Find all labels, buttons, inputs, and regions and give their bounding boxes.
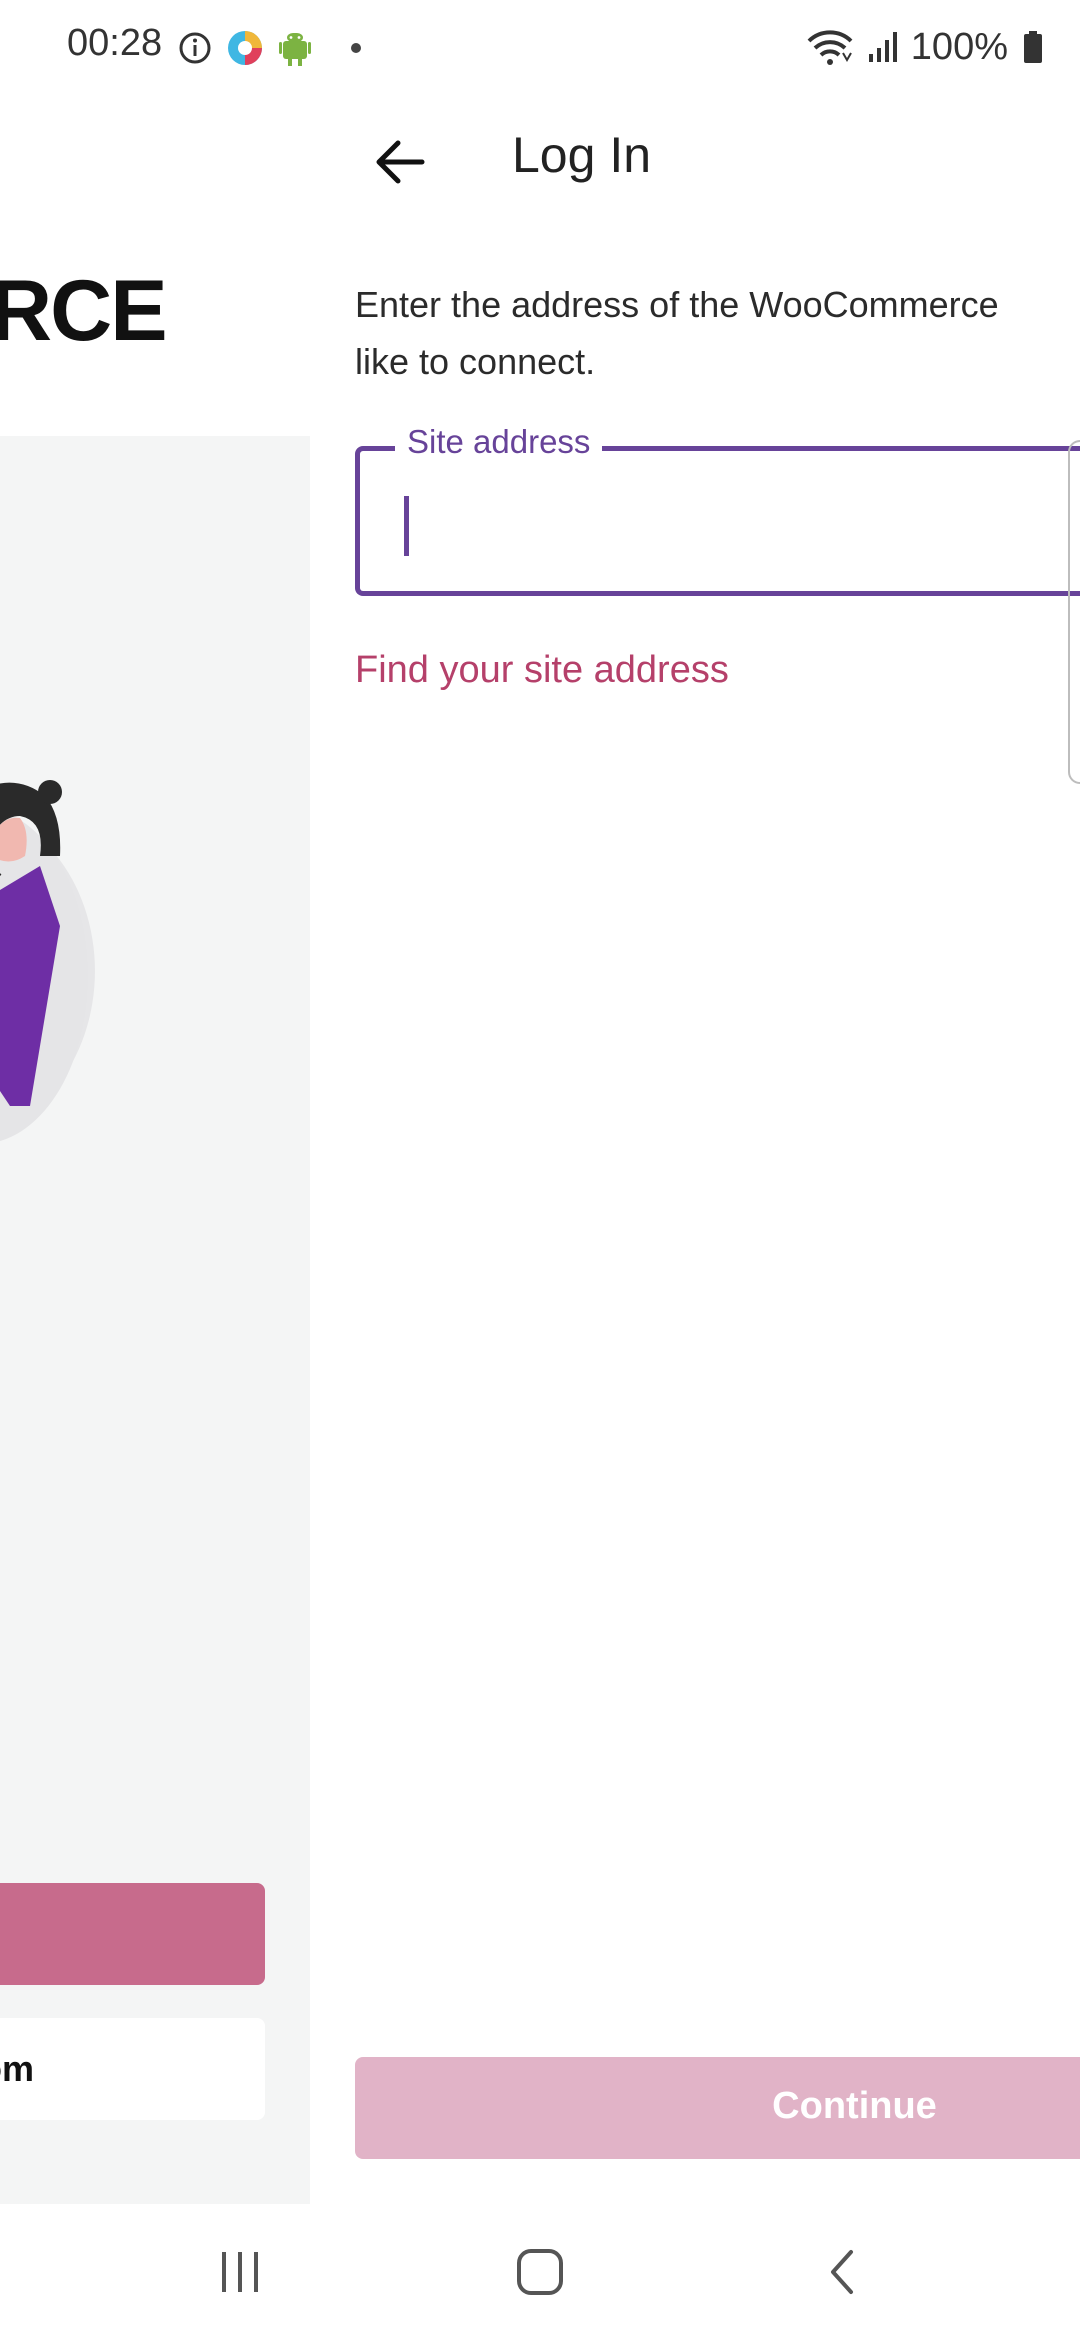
status-time: 00:28 — [67, 22, 163, 64]
continue-button[interactable]: Continue — [355, 2057, 1080, 2159]
instructions-line-1: Enter the address of the WooCommerce — [355, 284, 999, 325]
background-logo: RCE — [0, 263, 168, 359]
illustration-person — [0, 780, 95, 1142]
recent-apps-icon — [222, 2252, 258, 2292]
android-debug-icon — [279, 33, 311, 66]
back-button[interactable] — [358, 120, 442, 204]
login-panel: Log In Enter the address of the WooComme… — [310, 96, 1080, 2204]
background-page: RCE om — [0, 96, 310, 2204]
continue-label: Continue — [772, 2085, 937, 2127]
cellular-signal-icon — [868, 32, 897, 62]
instructions-text: Enter the address of the WooCommerce lik… — [355, 276, 1080, 390]
instructions-line-2: like to connect. — [355, 341, 596, 382]
back-icon — [831, 2250, 853, 2294]
background-primary-button — [0, 1883, 265, 1985]
status-icons-left — [178, 28, 366, 68]
back-nav-button[interactable] — [802, 2240, 882, 2304]
background-secondary-label: om — [0, 2048, 34, 2089]
arrow-left-icon — [376, 140, 425, 184]
notification-dot-icon — [351, 43, 361, 53]
find-site-address-link[interactable]: Find your site address — [355, 649, 729, 692]
status-icons-right: 100% — [807, 22, 1044, 72]
navigation-bar — [0, 2204, 1080, 2340]
info-icon — [179, 32, 211, 64]
panel-edge — [1068, 440, 1080, 784]
recent-apps-button[interactable] — [200, 2240, 280, 2304]
home-icon — [517, 2249, 563, 2295]
site-address-label: Site address — [395, 423, 603, 461]
battery-icon — [1024, 31, 1042, 63]
background-secondary-button: om — [0, 2018, 265, 2120]
app-color-icon — [228, 31, 262, 65]
site-address-field[interactable]: Site address — [355, 423, 1080, 596]
text-cursor — [404, 496, 409, 556]
battery-percentage: 100% — [910, 25, 1008, 68]
status-bar: 00:28 100% — [0, 0, 1080, 96]
home-button[interactable] — [500, 2240, 580, 2304]
wifi-icon — [807, 30, 853, 65]
page-title: Log In — [512, 127, 652, 183]
